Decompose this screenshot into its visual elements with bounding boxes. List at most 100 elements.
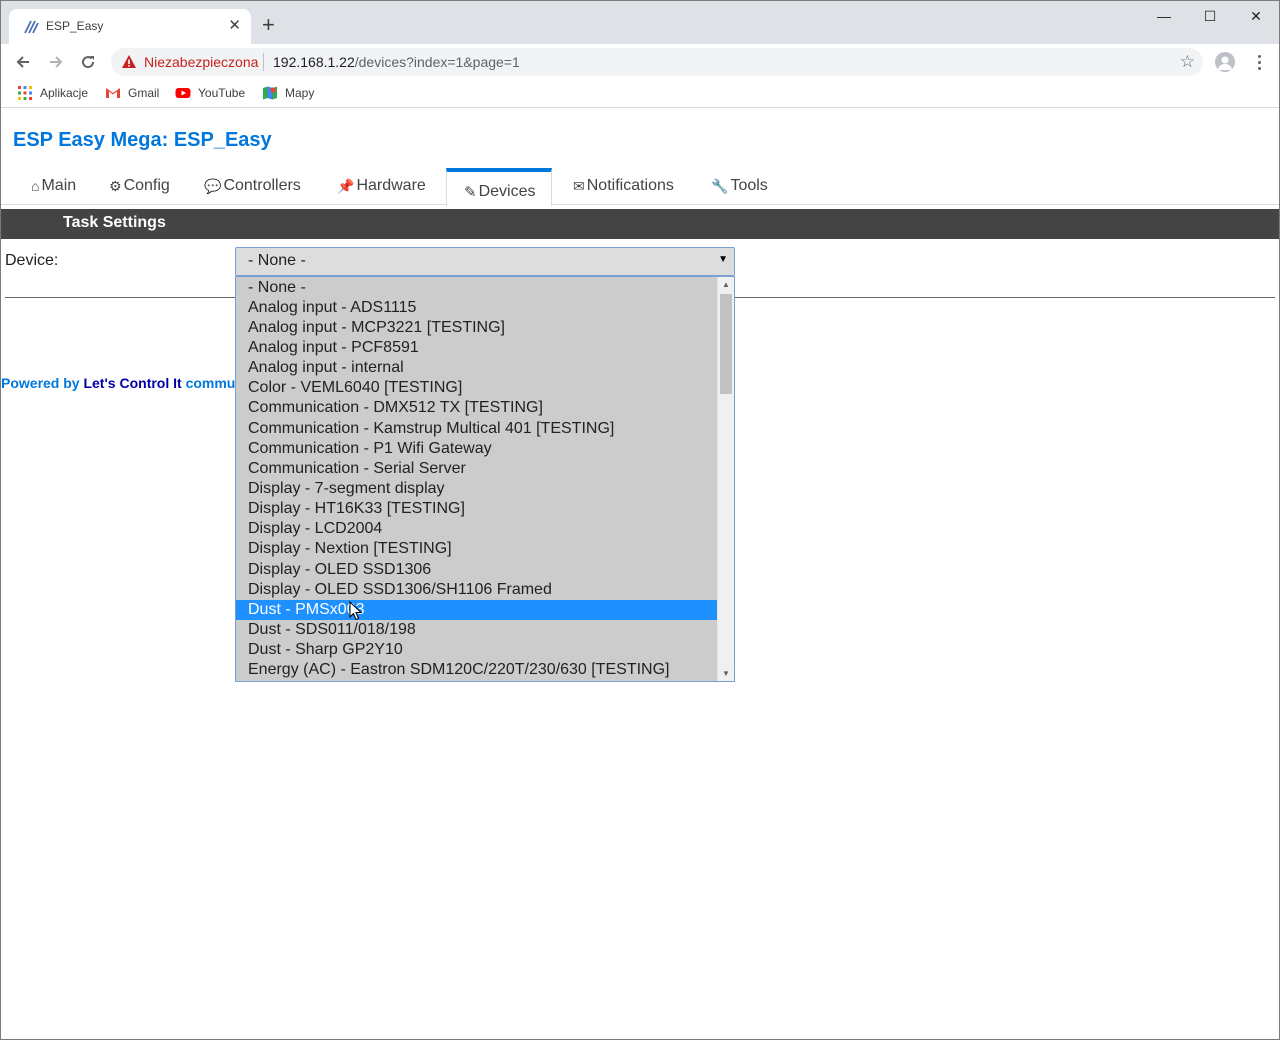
security-label[interactable]: Niezabezpieczona — [144, 54, 258, 70]
arrow-left-icon — [16, 56, 29, 68]
scrollbar-thumb[interactable] — [720, 294, 732, 394]
bookmark-label: Aplikacje — [40, 86, 89, 100]
url-host: 192.168.1.22 — [273, 54, 355, 70]
scroll-up-icon[interactable]: ▲ — [722, 280, 730, 289]
menu-item-tools[interactable]: 🔧 Tools — [711, 177, 768, 195]
tab-strip: ESP_Easy ✕ + — ☐ ✕ — [1, 1, 1279, 44]
browser-tab[interactable]: ESP_Easy ✕ — [9, 9, 251, 44]
device-dropdown-list[interactable]: - None - Analog input - ADS1115 Analog inp… — [235, 276, 735, 682]
menu-item-config[interactable]: ⚙ Config — [109, 177, 170, 195]
back-button[interactable] — [11, 50, 35, 74]
dropdown-option[interactable]: Display - HT16K33 [TESTING] — [236, 499, 718, 519]
reload-button[interactable] — [76, 50, 100, 74]
browser-menu-icon[interactable] — [1251, 50, 1267, 74]
bookmark-apps[interactable]: Aplikacje — [17, 85, 88, 101]
dropdown-arrow-icon: ▼ — [718, 254, 728, 265]
reload-icon — [82, 56, 95, 69]
gear-icon: ⚙ — [109, 177, 122, 194]
menu-item-main[interactable]: ⌂ Main — [31, 177, 76, 195]
menu-label: Devices — [478, 183, 536, 200]
dropdown-option[interactable]: Display - LCD2004 — [236, 519, 718, 539]
maps-icon — [263, 86, 277, 100]
page-content: ESP Easy Mega: ESP_Easy ⌂ Main ⚙ Config 💬 C… — [1, 111, 1279, 1039]
bookmark-label: Gmail — [128, 86, 160, 100]
close-window-button[interactable]: ✕ — [1233, 1, 1279, 31]
device-label: Device: — [5, 252, 59, 269]
bookmark-youtube[interactable]: YouTube — [175, 85, 245, 101]
bookmark-label: Mapy — [285, 86, 315, 100]
close-tab-icon[interactable]: ✕ — [228, 17, 241, 35]
menu-item-notifications[interactable]: ✉ Notifications — [573, 177, 674, 195]
new-tab-button[interactable]: + — [262, 14, 275, 36]
section-title: Task Settings — [63, 214, 166, 231]
dropdown-option[interactable]: Dust - SDS011/018/198 — [236, 620, 718, 640]
bookmark-label: YouTube — [198, 86, 246, 100]
browser-toolbar: Niezabezpieczona 192.168.1.22/devices?in… — [1, 44, 1279, 80]
dropdown-option[interactable]: Display - 7-segment display — [236, 479, 718, 499]
menu-label: Notifications — [586, 177, 674, 194]
youtube-icon — [175, 88, 191, 98]
forward-button[interactable] — [44, 50, 68, 74]
footer-link[interactable]: Let's Control It — [83, 375, 181, 391]
apps-grid-icon — [18, 86, 32, 100]
menu-label: Tools — [730, 177, 768, 194]
dropdown-option[interactable]: Communication - Kamstrup Multical 401 [T… — [236, 419, 718, 439]
dropdown-option[interactable]: Analog input - internal — [236, 358, 718, 378]
scroll-down-icon[interactable]: ▼ — [722, 669, 730, 678]
pushpin-icon: 📌 — [337, 177, 355, 194]
pen-icon: ✎ — [464, 184, 477, 201]
bookmarks-bar: Aplikacje Gmail YouTube Mapy — [1, 80, 1279, 108]
dropdown-option[interactable]: Energy (AC) - Eastron SDM120C/220T/230/6… — [236, 660, 718, 680]
device-select-value: - None - — [248, 252, 306, 269]
dropdown-option[interactable]: Dust - Sharp GP2Y10 — [236, 640, 718, 660]
url-path: /devices?index=1&page=1 — [354, 54, 520, 70]
address-bar[interactable]: Niezabezpieczona 192.168.1.22/devices?in… — [111, 48, 1203, 76]
dropdown-option[interactable]: Analog input - ADS1115 — [236, 298, 718, 318]
url-text[interactable]: 192.168.1.22/devices?index=1&page=1 — [273, 54, 520, 70]
dropdown-option[interactable]: Communication - P1 Wifi Gateway — [236, 439, 718, 459]
esp-easy-favicon-icon — [24, 20, 39, 34]
warning-icon — [122, 55, 136, 68]
tab-title: ESP_Easy — [46, 19, 104, 33]
menu-item-hardware[interactable]: 📌 Hardware — [337, 177, 426, 195]
dropdown-option[interactable]: Display - OLED SSD1306 — [236, 560, 718, 580]
menu-item-controllers[interactable]: 💬 Controllers — [204, 177, 301, 195]
device-select[interactable]: - None - ▼ — [235, 247, 735, 276]
profile-avatar[interactable] — [1215, 52, 1235, 72]
footer: Powered by Let's Control It commu — [1, 375, 235, 391]
page-title: ESP Easy Mega: ESP_Easy — [13, 129, 272, 151]
gmail-icon — [106, 88, 120, 98]
omnibox-divider — [263, 53, 264, 71]
bookmark-gmail[interactable]: Gmail — [105, 85, 159, 101]
footer-prefix: Powered by — [1, 375, 84, 391]
menu-label: Hardware — [356, 177, 426, 194]
menu-label: Config — [123, 177, 170, 194]
dropdown-option[interactable]: Communication - Serial Server — [236, 459, 718, 479]
menu-item-devices[interactable]: ✎ Devices — [446, 168, 553, 206]
dropdown-option[interactable]: Analog input - PCF8591 — [236, 338, 718, 358]
menu-label: Controllers — [223, 177, 301, 194]
user-icon — [1218, 56, 1232, 70]
dropdown-option[interactable]: Color - VEML6040 [TESTING] — [236, 378, 718, 398]
dropdown-option[interactable]: - None - — [236, 278, 718, 298]
dropdown-option[interactable]: Dust - PMSx003 — [236, 599, 718, 620]
maximize-button[interactable]: ☐ — [1187, 1, 1233, 31]
bookmark-maps[interactable]: Mapy — [262, 85, 314, 101]
menu-label: Main — [41, 177, 77, 194]
bookmark-star-icon[interactable]: ☆ — [1180, 52, 1195, 72]
dropdown-option[interactable]: Analog input - MCP3221 [TESTING] — [236, 318, 718, 338]
dropdown-option[interactable]: Communication - DMX512 TX [TESTING] — [236, 398, 718, 418]
home-icon: ⌂ — [31, 178, 40, 194]
browser-window: ESP_Easy ✕ + — ☐ ✕ Niezabezpieczona 192.… — [0, 0, 1280, 1040]
dropdown-scrollbar[interactable]: ▲ ▼ — [717, 277, 734, 681]
footer-suffix: commu — [181, 375, 236, 391]
section-header: Task Settings — [1, 209, 1279, 239]
dropdown-option[interactable]: Display - OLED SSD1306/SH1106 Framed — [236, 580, 718, 600]
wrench-icon: 🔧 — [711, 177, 729, 194]
envelope-icon: ✉ — [573, 177, 585, 194]
chat-bubble-icon: 💬 — [204, 177, 222, 194]
main-menu: ⌂ Main ⚙ Config 💬 Controllers 📌 Hardware ✎ De… — [1, 167, 1279, 206]
arrow-right-icon — [50, 56, 63, 68]
minimize-button[interactable]: — — [1141, 1, 1187, 31]
dropdown-option[interactable]: Display - Nextion [TESTING] — [236, 539, 718, 559]
